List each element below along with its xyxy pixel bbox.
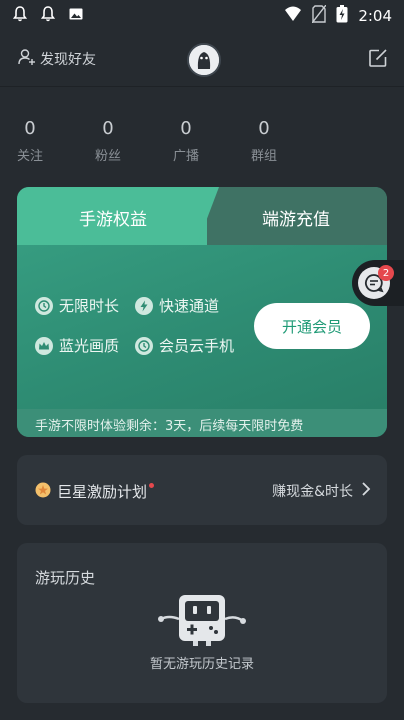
find-friends-button[interactable]: 发现好友 xyxy=(18,48,96,70)
incentive-action[interactable]: 赚现金&时长 xyxy=(272,481,371,501)
wifi-icon xyxy=(284,6,302,26)
no-sim-icon xyxy=(311,4,327,27)
system-icons: 2:04 xyxy=(284,4,392,27)
perk-label: 蓝光画质 xyxy=(59,337,120,355)
perk-label: 快速通道 xyxy=(159,297,220,315)
unread-count-badge: 2 xyxy=(378,265,394,281)
perk-label: 无限时长 xyxy=(59,297,120,315)
stat-value: 0 xyxy=(180,118,192,139)
battery-icon xyxy=(336,5,348,27)
stat-label: 粉丝 xyxy=(94,149,121,164)
play-history-title: 游玩历史 xyxy=(35,569,96,587)
tab-pc-recharge[interactable]: 端游充值 xyxy=(262,205,330,230)
tab-mobile-benefits[interactable]: 手游权益 xyxy=(17,187,219,247)
edit-icon[interactable] xyxy=(368,48,388,72)
stat-value: 0 xyxy=(258,118,270,139)
clock: 2:04 xyxy=(358,7,392,25)
floating-message-button[interactable]: 2 xyxy=(352,260,404,306)
stat-following[interactable]: 0 关注 xyxy=(0,118,60,164)
tab-active-slant xyxy=(197,187,219,245)
incentive-action-label: 赚现金&时长 xyxy=(272,484,353,500)
perk-fast-lane: 快速通道 xyxy=(135,295,219,316)
perk-unlimited-time: 无限时长 xyxy=(35,295,119,316)
vip-benefits-card: 手游权益 端游充值 无限时长 快速通道 蓝光画质 会员云手机 开通会员 手游不限… xyxy=(17,187,387,437)
stat-groups[interactable]: 0 群组 xyxy=(234,118,294,164)
stat-value: 0 xyxy=(102,118,114,139)
stat-value: 0 xyxy=(24,118,36,139)
penguin-avatar-icon xyxy=(189,45,219,75)
new-dot-badge xyxy=(149,483,155,488)
perk-bluray-quality: 蓝光画质 xyxy=(35,335,119,356)
tab-mobile-benefits-label: 手游权益 xyxy=(79,210,147,230)
play-history-card: 游玩历史 暂无游玩历史记录 xyxy=(17,543,387,703)
clock-icon xyxy=(35,296,53,315)
stat-broadcasts[interactable]: 0 广播 xyxy=(156,118,216,164)
star-badge-icon xyxy=(35,482,51,502)
clock-icon xyxy=(135,336,153,355)
trial-text: 手游不限时体验剩余：3天，后续每天限时免费 xyxy=(35,419,304,434)
stat-label: 广播 xyxy=(172,149,199,164)
stat-followers[interactable]: 0 粉丝 xyxy=(78,118,138,164)
incentive-plan-row[interactable]: 巨星激励计划 赚现金&时长 xyxy=(17,455,387,525)
image-icon xyxy=(68,6,84,26)
game-console-icon xyxy=(157,591,247,653)
find-friends-label: 发现好友 xyxy=(40,52,96,68)
header-divider xyxy=(0,86,404,87)
avatar[interactable] xyxy=(187,43,221,77)
incentive-title: 巨星激励计划 xyxy=(57,483,148,501)
add-user-icon xyxy=(18,48,36,70)
bell-icon xyxy=(12,6,28,26)
incentive-title-group: 巨星激励计划 xyxy=(35,481,155,502)
lightning-icon xyxy=(135,296,153,315)
stat-label: 关注 xyxy=(16,149,43,164)
stat-label: 群组 xyxy=(250,149,277,164)
crown-icon xyxy=(35,336,53,355)
profile-header: 发现好友 xyxy=(0,38,404,82)
bell-icon xyxy=(40,6,56,26)
chevron-right-icon xyxy=(361,481,371,501)
trial-info-bar: 手游不限时体验剩余：3天，后续每天限时免费 xyxy=(17,409,387,437)
status-bar: 2:04 xyxy=(0,0,404,32)
open-membership-button[interactable]: 开通会员 xyxy=(254,303,370,349)
notification-icons xyxy=(12,6,84,26)
play-history-empty-text: 暂无游玩历史记录 xyxy=(149,657,254,672)
perk-label: 会员云手机 xyxy=(159,337,235,355)
perk-cloud-phone: 会员云手机 xyxy=(135,335,234,356)
